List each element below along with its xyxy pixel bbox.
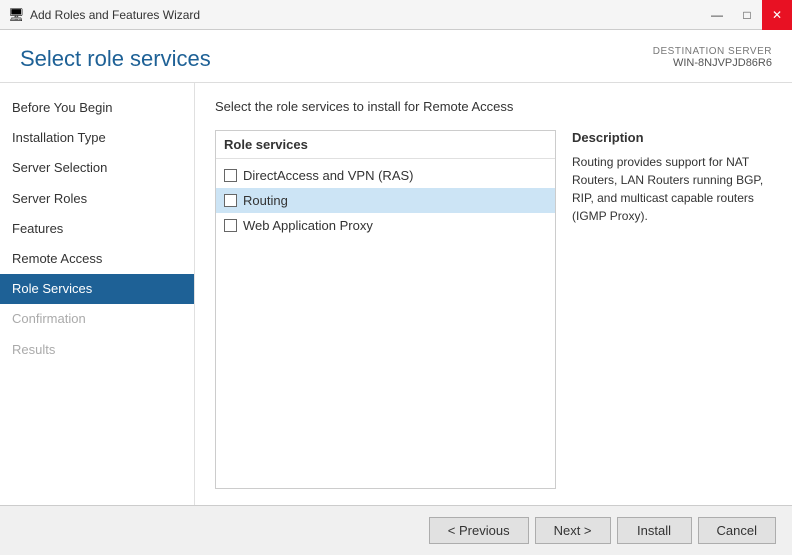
page-title: Select role services (20, 46, 211, 72)
description-panel: Description Routing provides support for… (572, 130, 772, 489)
role-services-header: Role services (216, 131, 555, 159)
sidebar-item-before-you-begin[interactable]: Before You Begin (0, 93, 194, 123)
title-bar: 🖥 Add Roles and Features Wizard — □ ✕ (0, 0, 792, 30)
maximize-button[interactable]: □ (732, 0, 762, 30)
service-item-directaccess[interactable]: DirectAccess and VPN (RAS) (216, 163, 555, 188)
app-icon: 🖥 (8, 7, 24, 23)
sidebar: Before You Begin Installation Type Serve… (0, 83, 195, 505)
role-services-panel: Role services DirectAccess and VPN (RAS)… (215, 130, 556, 489)
service-label-directaccess: DirectAccess and VPN (RAS) (243, 168, 414, 183)
sidebar-item-installation-type[interactable]: Installation Type (0, 123, 194, 153)
two-column-layout: Role services DirectAccess and VPN (RAS)… (215, 130, 772, 489)
main-instruction: Select the role services to install for … (215, 99, 772, 114)
destination-server: DESTINATION SERVER WIN-8NJVPJD86R6 (653, 46, 772, 69)
service-item-web-app-proxy[interactable]: Web Application Proxy (216, 213, 555, 238)
service-checkbox-web-app-proxy[interactable] (224, 219, 237, 232)
service-checkbox-directaccess[interactable] (224, 169, 237, 182)
sidebar-item-server-roles[interactable]: Server Roles (0, 184, 194, 214)
dest-server-label: DESTINATION SERVER (653, 46, 772, 57)
sidebar-item-role-services[interactable]: Role Services (0, 274, 194, 304)
content-area: Before You Begin Installation Type Serve… (0, 83, 792, 505)
sidebar-item-results: Results (0, 335, 194, 365)
sidebar-item-server-selection[interactable]: Server Selection (0, 153, 194, 183)
dest-server-name: WIN-8NJVPJD86R6 (653, 57, 772, 69)
service-label-routing: Routing (243, 193, 288, 208)
sidebar-item-features[interactable]: Features (0, 214, 194, 244)
title-bar-controls: — □ ✕ (702, 0, 792, 30)
service-label-web-app-proxy: Web Application Proxy (243, 218, 373, 233)
install-button[interactable]: Install (617, 517, 692, 544)
footer: < Previous Next > Install Cancel (0, 505, 792, 555)
description-title: Description (572, 130, 772, 145)
close-button[interactable]: ✕ (762, 0, 792, 30)
previous-button[interactable]: < Previous (429, 517, 529, 544)
service-item-routing[interactable]: Routing (216, 188, 555, 213)
title-bar-left: 🖥 Add Roles and Features Wizard (8, 7, 200, 23)
title-bar-title: Add Roles and Features Wizard (30, 8, 200, 22)
role-services-list: DirectAccess and VPN (RAS) Routing Web A… (216, 159, 555, 242)
main-window: Select role services DESTINATION SERVER … (0, 30, 792, 555)
cancel-button[interactable]: Cancel (698, 517, 776, 544)
main-panel: Select the role services to install for … (195, 83, 792, 505)
sidebar-item-confirmation: Confirmation (0, 304, 194, 334)
description-text: Routing provides support for NAT Routers… (572, 153, 772, 225)
service-checkbox-routing[interactable] (224, 194, 237, 207)
minimize-button[interactable]: — (702, 0, 732, 30)
next-button[interactable]: Next > (535, 517, 611, 544)
sidebar-item-remote-access[interactable]: Remote Access (0, 244, 194, 274)
header: Select role services DESTINATION SERVER … (0, 30, 792, 83)
